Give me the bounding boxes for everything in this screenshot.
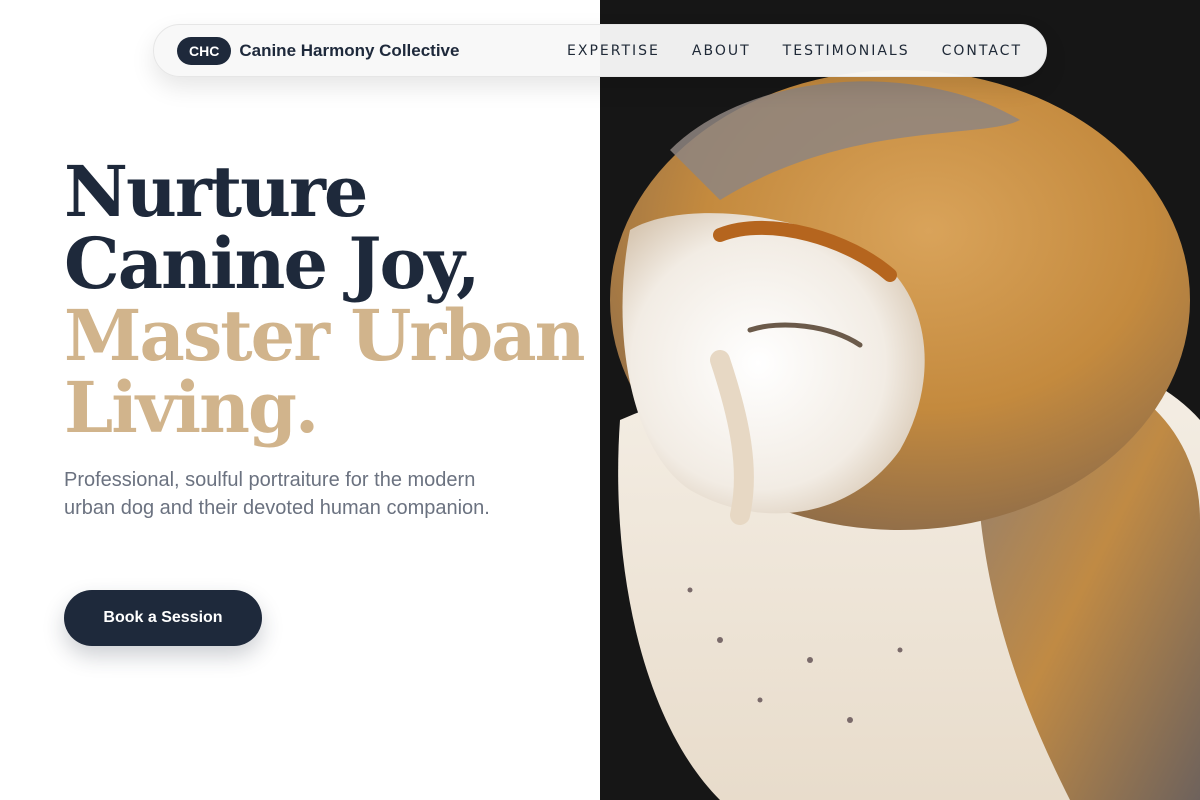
headline-line-4: Living. [64,366,319,449]
brand[interactable]: CHC Canine Harmony Collective [177,36,459,65]
headline-line-2: Canine Joy, [64,222,481,305]
nav-link-about[interactable]: ABOUT [692,43,751,59]
nav-link-expertise[interactable]: EXPERTISE [567,43,660,59]
headline-line-3: Master Urban [64,294,585,377]
hero-owl-image [600,0,1200,800]
nav-links: EXPERTISE ABOUT TESTIMONIALS CONTACT [567,43,1022,59]
brand-logo-badge[interactable]: CHC [177,36,232,65]
hero-headline: Nurture Canine Joy, Master Urban Living. [64,150,585,449]
brand-name[interactable]: Canine Harmony Collective [239,41,459,61]
landing-page: CHC Canine Harmony Collective EXPERTISE … [0,0,1200,800]
headline-line-1: Nurture [64,150,368,233]
book-session-button[interactable]: Book a Session [64,590,262,646]
hero-subtitle: Professional, soulful portraiture for th… [64,469,490,519]
nav-link-contact[interactable]: CONTACT [942,43,1022,59]
top-navbar: CHC Canine Harmony Collective EXPERTISE … [153,24,1047,77]
nav-link-testimonials[interactable]: TESTIMONIALS [783,43,910,59]
